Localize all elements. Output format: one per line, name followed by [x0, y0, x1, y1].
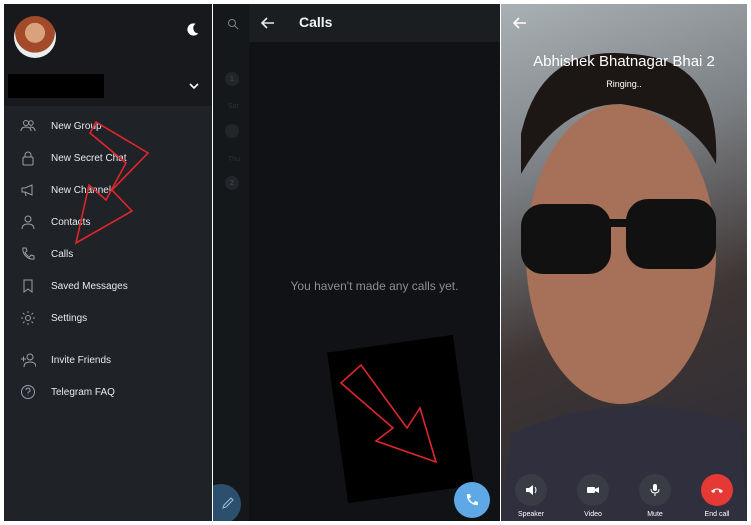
- speaker-control[interactable]: Speaker: [511, 474, 551, 518]
- menu-item-contacts[interactable]: Contacts: [4, 206, 212, 238]
- menu-divider: [4, 334, 212, 344]
- navigation-drawer: New Group New Secret Chat New Channel Co…: [4, 4, 212, 521]
- menu-item-settings[interactable]: Settings: [4, 302, 212, 334]
- drawer-header: [4, 4, 212, 106]
- control-label: Speaker: [517, 511, 545, 518]
- pencil-icon: [222, 497, 234, 509]
- caller-name: Abhishek Bhatnagar Bhai 2: [533, 53, 715, 70]
- calls-header: Calls: [249, 4, 500, 42]
- menu-item-telegram-faq[interactable]: Telegram FAQ: [4, 376, 212, 408]
- calls-screen: 1 Sat Thu 2 Calls You haven't made any c…: [213, 4, 500, 521]
- menu-item-new-channel[interactable]: New Channel: [4, 174, 212, 206]
- unread-badge: 2: [225, 176, 239, 190]
- avatar[interactable]: [14, 16, 56, 58]
- search-icon[interactable]: [227, 18, 239, 30]
- bookmark-icon: [4, 278, 51, 294]
- menu-item-label: Invite Friends: [51, 354, 112, 366]
- moon-icon[interactable]: [186, 22, 200, 36]
- control-label: Mute: [647, 511, 663, 518]
- annotation-backdrop: [327, 334, 474, 504]
- redacted-account-name: [8, 74, 104, 98]
- menu-item-label: Contacts: [51, 216, 91, 228]
- end-call-icon: [711, 488, 723, 493]
- microphone-icon: [650, 484, 660, 496]
- end-call-control[interactable]: End call: [697, 474, 737, 518]
- video-call-screen: Abhishek Bhatnagar Bhai 2 Ringing.. Spea…: [501, 4, 747, 521]
- back-arrow-icon[interactable]: [513, 16, 527, 30]
- date-label: Thu: [228, 156, 241, 163]
- megaphone-icon: [4, 182, 51, 198]
- menu-item-new-secret-chat[interactable]: New Secret Chat: [4, 142, 212, 174]
- menu-item-label: Settings: [51, 312, 88, 324]
- gear-icon: [4, 310, 51, 326]
- page-title: Calls: [299, 14, 333, 30]
- video-control[interactable]: Video: [573, 474, 613, 518]
- menu-item-label: New Channel: [51, 184, 112, 196]
- group-icon: [4, 118, 51, 134]
- menu-item-label: Saved Messages: [51, 280, 128, 292]
- person-icon: [4, 214, 51, 230]
- unread-badge: 1: [225, 72, 239, 86]
- menu-item-calls[interactable]: Calls: [4, 238, 212, 270]
- new-call-button[interactable]: [454, 482, 490, 518]
- drawer-menu: New Group New Secret Chat New Channel Co…: [4, 110, 212, 408]
- phone-icon: [4, 246, 51, 262]
- call-status: Ringing..: [606, 79, 642, 89]
- menu-item-label: Telegram FAQ: [51, 386, 115, 398]
- chevron-down-icon[interactable]: [188, 80, 200, 92]
- menu-item-label: New Secret Chat: [51, 152, 127, 164]
- menu-item-saved-messages[interactable]: Saved Messages: [4, 270, 212, 302]
- phone-icon: [466, 494, 478, 506]
- pin-dot: [225, 124, 239, 138]
- add-person-icon: [4, 352, 51, 368]
- speaker-icon: [526, 485, 537, 495]
- back-arrow-icon[interactable]: [261, 16, 275, 30]
- menu-item-label: New Group: [51, 120, 102, 132]
- mute-control[interactable]: Mute: [635, 474, 675, 518]
- control-label: End call: [704, 511, 730, 518]
- date-label: Sat: [228, 103, 239, 110]
- help-icon: [4, 384, 51, 400]
- chat-list-strip: 1 Sat Thu 2: [213, 4, 249, 521]
- lock-icon: [4, 150, 51, 166]
- menu-item-label: Calls: [51, 248, 74, 260]
- menu-item-invite-friends[interactable]: Invite Friends: [4, 344, 212, 376]
- video-camera-icon: [587, 487, 599, 493]
- empty-state-message: You haven't made any calls yet.: [290, 279, 459, 293]
- menu-item-new-group[interactable]: New Group: [4, 110, 212, 142]
- control-label: Video: [584, 511, 602, 518]
